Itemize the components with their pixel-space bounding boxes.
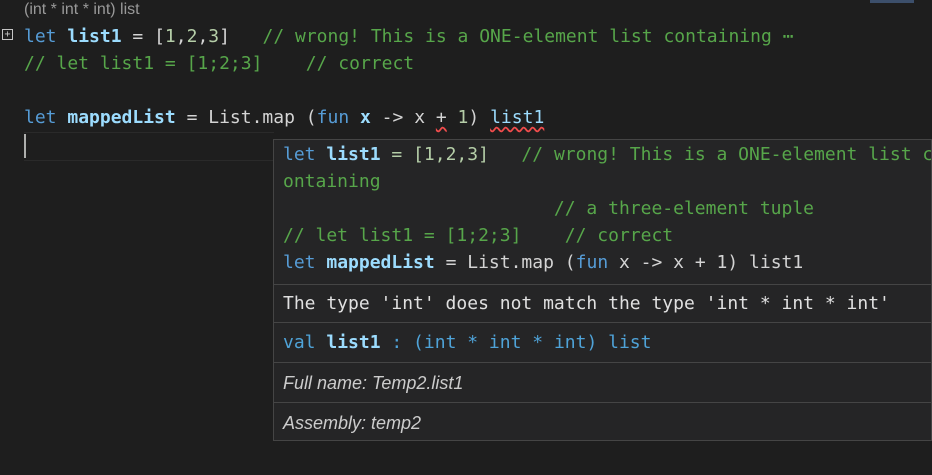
paren-open: ( (553, 252, 576, 273)
comma: , (175, 26, 187, 47)
tooltip-error-message: The type 'int' does not match the type '… (274, 285, 931, 323)
paren-close: ) (468, 107, 491, 128)
keyword-let: let (283, 252, 316, 273)
identifier-list1: list1 (67, 26, 122, 47)
tooltip-code-line: let mappedList = List.map (fun x -> x + … (283, 249, 931, 276)
code-line-4[interactable]: let mappedList = List.map (fun x -> x + … (24, 104, 544, 131)
tooltip-code-line: // let list1 = [1;2;3] // correct (283, 225, 674, 246)
keyword-val: val (283, 332, 316, 353)
operator-equals: = (175, 107, 209, 128)
number-literal: 2 (186, 26, 198, 47)
comma: , (197, 26, 209, 47)
bracket-close: ] (219, 26, 230, 47)
code-line-2[interactable]: // let list1 = [1;2;3] // correct (24, 50, 414, 77)
operator-equals: = (121, 26, 155, 47)
identifier-mappedList: mappedList (67, 107, 176, 128)
function-list-map: List.map (208, 107, 295, 128)
hover-tooltip[interactable]: let list1 = [1,2,3] // wrong! This is a … (273, 139, 932, 441)
error-squiggle-plus[interactable]: + (436, 107, 447, 128)
lambda-body: x -> x + 1) list1 (608, 252, 804, 273)
tooltip-assembly: Assembly: temp2 (283, 413, 422, 433)
number-literal: 3 (208, 26, 220, 47)
current-line-highlight (24, 132, 274, 161)
comment: // wrong! This is a ONE-element list c (488, 144, 931, 165)
bracket-open: [ (154, 26, 165, 47)
overview-ruler-marker (870, 0, 914, 3)
identifier-mappedList: mappedList (326, 252, 435, 273)
identifier-x: x (403, 107, 436, 128)
function-list-map: List.map (467, 252, 554, 273)
fold-expand-icon[interactable]: + (2, 29, 13, 40)
collapsed-ellipsis-icon[interactable]: ⋯ (772, 26, 794, 47)
tooltip-code-line: let list1 = [1,2,3] // wrong! This is a … (283, 141, 931, 168)
text-caret (24, 134, 26, 158)
operator-equals: = (434, 252, 468, 273)
keyword-let: let (24, 26, 57, 47)
tooltip-code-preview: let list1 = [1,2,3] // wrong! This is a … (274, 140, 931, 285)
identifier-x: x (349, 107, 382, 128)
paren-open: ( (294, 107, 317, 128)
tooltip-signature: val list1 : (int * int * int) list (274, 323, 931, 363)
list-literal: = [1,2,3] (380, 144, 489, 165)
number-literal: 1 (446, 107, 469, 128)
signature-type: : (int * int * int) list (380, 332, 652, 353)
keyword-let: let (283, 144, 316, 165)
keyword-let: let (24, 107, 57, 128)
codelens-type-hint[interactable]: (int * int * int) list (24, 1, 140, 19)
hovered-identifier-list1[interactable]: list1 (490, 107, 544, 128)
identifier-list1: list1 (326, 144, 381, 165)
signature-name: list1 (326, 332, 381, 353)
tooltip-code-line: // a three-element tuple (283, 198, 815, 219)
code-line-1[interactable]: let list1 = [1,2,3] // wrong! This is a … (24, 23, 794, 50)
tooltip-full-name: Full name: Temp2.list1 (274, 363, 931, 403)
keyword-fun: fun (316, 107, 350, 128)
operator-arrow: -> (381, 107, 404, 128)
comment: // let list1 = [1;2;3] // correct (24, 53, 415, 74)
keyword-fun: fun (575, 252, 609, 273)
comment: // wrong! This is a ONE-element list con… (229, 26, 772, 47)
tooltip-code-line: ontaining (283, 171, 381, 192)
code-editor[interactable]: (int * int * int) list + let list1 = [1,… (0, 0, 932, 475)
number-literal: 1 (164, 26, 176, 47)
